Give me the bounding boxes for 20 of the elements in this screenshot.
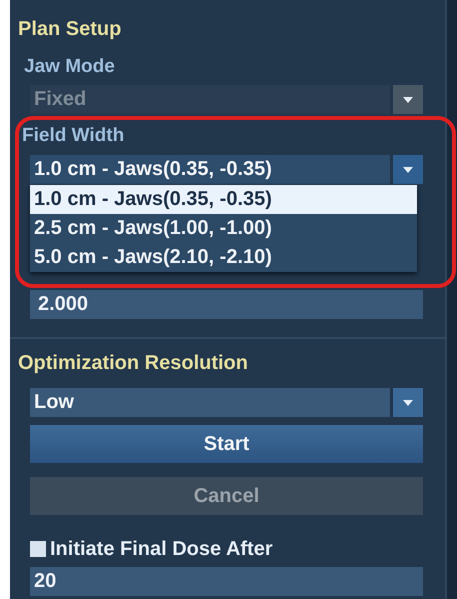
dropdown-button[interactable] <box>393 85 424 114</box>
field-label: Field Width <box>22 125 126 147</box>
caret-icon <box>402 398 414 406</box>
dropdown-field[interactable]: Low <box>30 388 390 417</box>
section-title: Optimization Resolution <box>18 351 249 375</box>
dropdown-option[interactable]: 5.0 cm - Jaws(2.10, -2.10) <box>30 243 418 272</box>
dropdown-option[interactable]: 2.5 cm - Jaws(1.00, -1.00) <box>30 214 418 243</box>
button[interactable]: Start <box>30 425 424 463</box>
dropdown-button[interactable] <box>393 388 424 417</box>
checkbox-label: Initiate Final Dose After <box>50 537 273 561</box>
input-field[interactable]: 2.000 <box>30 290 424 319</box>
caret-icon <box>402 96 414 104</box>
dropdown-option[interactable]: 1.0 cm - Jaws(0.35, -0.35) <box>30 185 418 214</box>
checkbox[interactable] <box>30 541 46 557</box>
field-label: Jaw Mode <box>24 56 116 78</box>
caret-icon <box>402 166 414 174</box>
section-title: Plan Setup <box>18 17 122 41</box>
dropdown-button[interactable] <box>393 155 424 184</box>
input-field[interactable]: 20 <box>30 567 424 596</box>
dropdown-field[interactable]: 1.0 cm - Jaws(0.35, -0.35) <box>30 155 390 184</box>
